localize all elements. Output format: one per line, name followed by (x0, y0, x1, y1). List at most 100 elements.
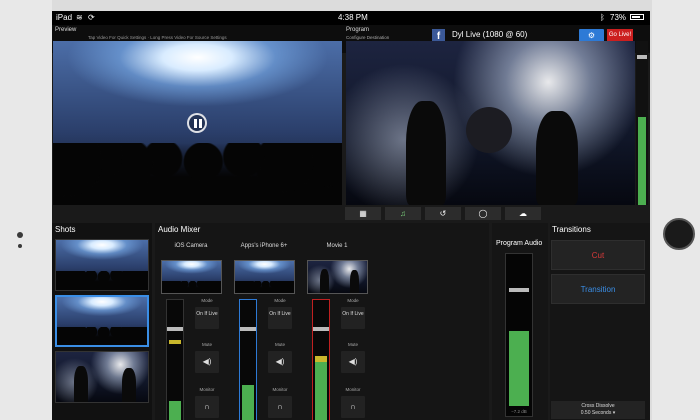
meter-handle[interactable] (637, 55, 647, 59)
channel-thumbnail[interactable] (307, 260, 368, 294)
preview-title: Preview (55, 27, 77, 33)
replay-icon[interactable]: ↺ (425, 207, 461, 220)
mute-label: Mute (347, 342, 358, 347)
program-title: Program (346, 27, 370, 33)
music-icon[interactable]: ♫ (385, 207, 421, 220)
crowd-silhouette (162, 280, 221, 293)
headphones-icon[interactable]: ∩ (195, 396, 219, 418)
cloud-icon[interactable]: ☁ (505, 207, 541, 220)
channel-fader[interactable] (312, 299, 330, 420)
toolbar: ▦ ♫ ↺ ◯ ☁ (342, 207, 542, 221)
program-audio-panel: Program Audio −7.2 dB (492, 223, 548, 420)
channel-strip: Movie 1 Mode On If Live Mute ◀) Monitor … (304, 241, 376, 420)
transitions-panel: Transitions Cut Transition Cross Dissolv… (550, 223, 650, 420)
pause-icon[interactable] (187, 113, 207, 133)
headphones-icon[interactable]: ∩ (341, 396, 365, 418)
shots-panel: Shots (52, 223, 152, 420)
fader-knob[interactable] (313, 327, 329, 331)
camera-icon (17, 232, 23, 238)
device-label: iPad (56, 13, 73, 22)
destination-label: Dyl Live (1080 @ 60) (452, 30, 528, 39)
shots-title: Shots (55, 225, 76, 234)
mode-button[interactable]: On If Live (341, 307, 365, 329)
record-icon[interactable]: ◯ (465, 207, 501, 220)
transitions-title: Transitions (552, 225, 591, 234)
channel-fader[interactable] (166, 299, 184, 420)
mode-button[interactable]: On If Live (268, 307, 292, 329)
status-bar: iPad ≋ ⟳ 4:38 PM ᛒ 73% (52, 11, 650, 25)
channel-fader[interactable] (239, 299, 257, 420)
battery-label: 73% (610, 13, 627, 22)
level-peak-marker (169, 340, 181, 344)
channel-thumbnail[interactable] (234, 260, 295, 294)
channel-level-fill (315, 361, 327, 420)
transition-type-label: Cross Dissolve (581, 403, 615, 409)
fader-knob[interactable] (167, 327, 183, 331)
grid-icon[interactable]: ▦ (345, 207, 381, 220)
preview-video[interactable] (53, 41, 342, 205)
performer-right (536, 111, 578, 205)
audio-mixer-panel: Audio Mixer iOS Camera Mode On If Live M… (155, 223, 489, 420)
performer-left (74, 366, 88, 402)
fader-knob[interactable] (509, 288, 529, 292)
mute-label: Mute (274, 342, 285, 347)
channel-strip: iOS Camera Mode On If Live Mute ◀) Monit… (158, 241, 230, 420)
transition-type-selector[interactable]: Cross Dissolve 0.50 Seconds ▾ (551, 401, 645, 419)
program-video[interactable] (346, 41, 635, 205)
mode-label: Mode (347, 298, 359, 303)
bluetooth-icon: ᛒ (600, 13, 605, 22)
speaker-icon[interactable]: ◀) (268, 351, 292, 373)
crowd-silhouette (57, 326, 147, 345)
crowd-silhouette (56, 271, 148, 290)
channel-thumbnail[interactable] (161, 260, 222, 294)
mute-label: Mute (201, 342, 212, 347)
wifi-icon: ≋ (76, 13, 83, 22)
channel-name: Movie 1 (326, 243, 348, 249)
speaker-icon[interactable]: ◀) (195, 351, 219, 373)
app-screen: iPad ≋ ⟳ 4:38 PM ᛒ 73% Preview Tap Video… (52, 11, 650, 420)
transition-duration: 0.50 Seconds ▾ (580, 410, 616, 416)
level-peak-marker (315, 356, 327, 362)
headphones-icon[interactable]: ∩ (268, 396, 292, 418)
audio-mixer-title: Audio Mixer (158, 225, 201, 234)
performer-right (350, 270, 359, 293)
program-audio-fader[interactable]: −7.2 dB (505, 253, 533, 417)
program-audio-fill (509, 331, 529, 406)
shot-thumbnail[interactable] (55, 351, 149, 403)
monitor-label: Monitor (199, 387, 215, 392)
channel-level-fill (242, 385, 254, 420)
channel-name: iOS Camera (174, 243, 208, 249)
program-level-meter (636, 41, 648, 205)
preview-hint: Tap Video For Quick Settings · Long Pres… (88, 35, 227, 40)
monitor-label: Monitor (345, 387, 361, 392)
fader-knob[interactable] (240, 327, 256, 331)
performer-left (320, 269, 329, 293)
mode-button[interactable]: On If Live (195, 307, 219, 329)
cut-button[interactable]: Cut (551, 240, 645, 270)
performer-left (406, 101, 446, 205)
monitor-label: Monitor (272, 387, 288, 392)
speaker-icon[interactable]: ◀) (341, 351, 365, 373)
ipad-bezel-right (652, 0, 700, 420)
configure-destination-link[interactable]: Configure Destination (346, 35, 389, 40)
channel-level-fill (169, 401, 181, 420)
db-readout: −7.2 dB (511, 409, 527, 414)
shot-thumbnail-selected[interactable] (55, 295, 149, 347)
time-label: 4:38 PM (338, 13, 368, 22)
performer-right (122, 368, 136, 402)
meter-fill (638, 117, 646, 205)
channel-strip: Apps's iPhone 6+ Mode On If Live Mute ◀)… (231, 241, 303, 420)
ipad-bezel-left (0, 0, 52, 420)
mode-label: Mode (274, 298, 286, 303)
crowd-silhouette (53, 142, 342, 205)
sync-icon: ⟳ (88, 13, 95, 22)
transition-button[interactable]: Transition (551, 274, 645, 304)
crowd-silhouette (235, 280, 294, 293)
home-button[interactable] (663, 218, 695, 250)
channel-name: Apps's iPhone 6+ (240, 243, 288, 249)
shot-thumbnail[interactable] (55, 239, 149, 291)
battery-icon (630, 14, 644, 20)
drum (466, 107, 512, 153)
program-audio-title: Program Audio (496, 240, 543, 247)
mode-label: Mode (201, 298, 213, 303)
